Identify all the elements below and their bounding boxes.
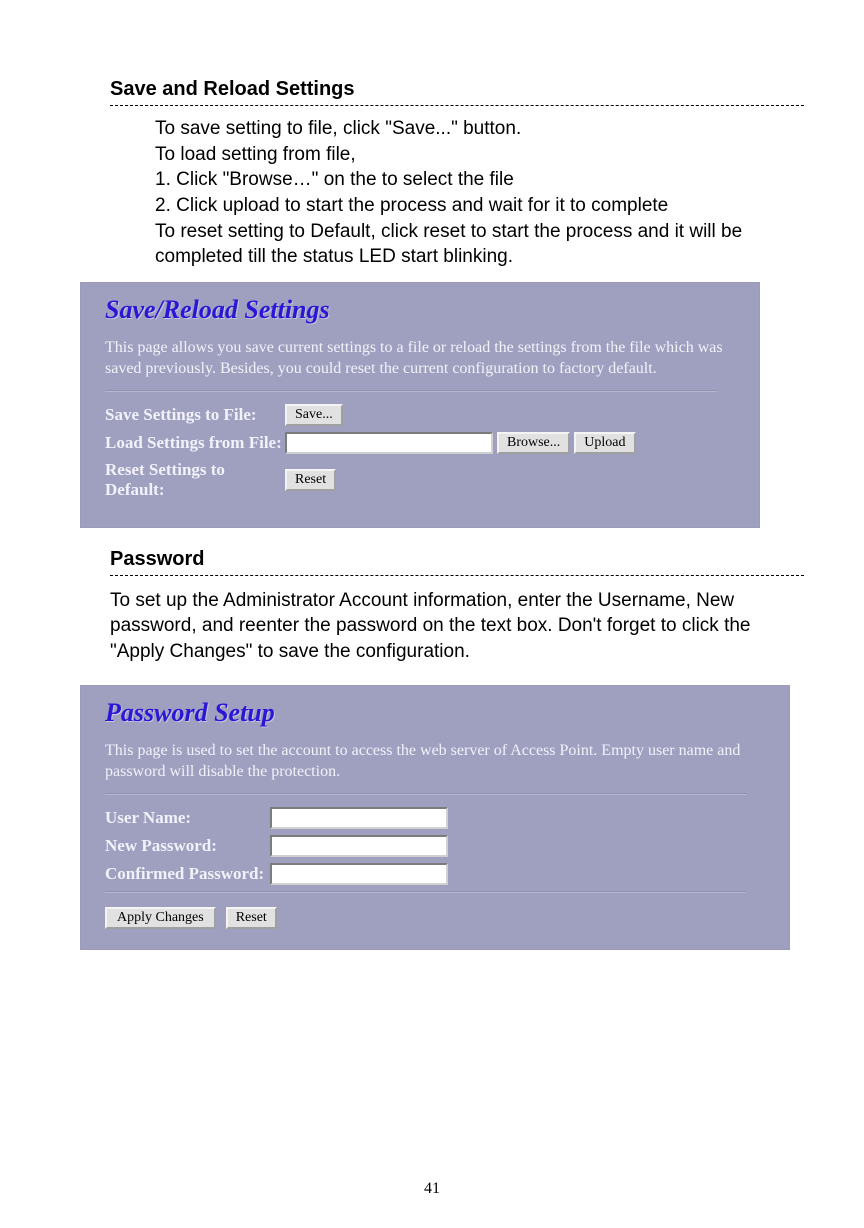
panel-divider — [105, 390, 717, 392]
browse-button[interactable]: Browse... — [497, 432, 570, 454]
instruction-line: To save setting to file, click "Save..."… — [155, 116, 804, 142]
new-password-input[interactable] — [270, 835, 448, 857]
panel-title: Save/Reload Settings — [105, 295, 743, 325]
reset-settings-label: Reset Settings to Default: — [105, 460, 285, 501]
username-input[interactable] — [270, 807, 448, 829]
panel-description: This page is used to set the account to … — [105, 740, 773, 783]
save-reload-panel: Save/Reload Settings This page allows yo… — [80, 282, 760, 528]
save-reload-instructions: To save setting to file, click "Save..."… — [155, 116, 804, 270]
page-number: 41 — [0, 1180, 864, 1198]
password-instructions: To set up the Administrator Account info… — [110, 588, 804, 665]
reset-button[interactable]: Reset — [285, 469, 336, 491]
save-settings-label: Save Settings to File: — [105, 405, 285, 425]
new-password-label: New Password: — [105, 836, 270, 856]
instruction-line: 2. Click upload to start the process and… — [155, 193, 804, 219]
section-title-password: Password — [110, 548, 804, 571]
confirmed-password-input[interactable] — [270, 863, 448, 885]
instruction-line: To load setting from file, — [155, 142, 804, 168]
apply-changes-button[interactable]: Apply Changes — [105, 907, 216, 929]
password-setup-panel: Password Setup This page is used to set … — [80, 685, 790, 950]
panel-divider — [105, 891, 746, 893]
panel-title: Password Setup — [105, 698, 773, 728]
username-label: User Name: — [105, 808, 270, 828]
load-settings-label: Load Settings from File: — [105, 433, 285, 453]
instruction-line: 1. Click "Browse…" on the to select the … — [155, 167, 804, 193]
save-button[interactable]: Save... — [285, 404, 343, 426]
section-title-save-reload: Save and Reload Settings — [110, 78, 804, 101]
load-file-input[interactable] — [285, 432, 493, 454]
divider — [110, 575, 804, 576]
panel-description: This page allows you save current settin… — [105, 337, 743, 380]
divider — [110, 105, 804, 106]
reset-button[interactable]: Reset — [226, 907, 277, 929]
panel-divider — [105, 793, 746, 795]
instruction-line: To reset setting to Default, click reset… — [155, 219, 804, 270]
confirmed-password-label: Confirmed Password: — [105, 864, 270, 884]
upload-button[interactable]: Upload — [574, 432, 635, 454]
